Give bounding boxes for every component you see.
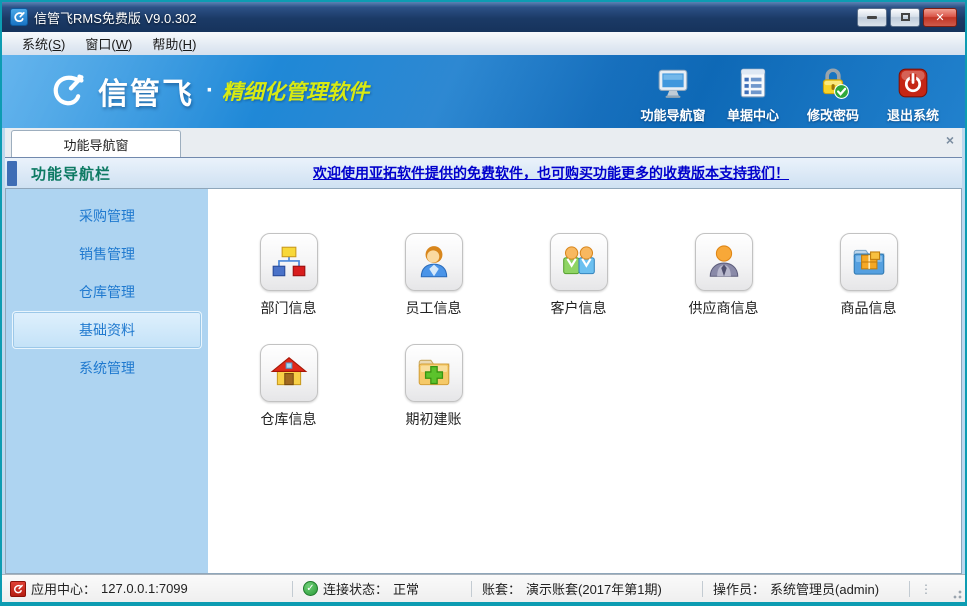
menu-window[interactable]: 窗口(W)	[75, 32, 142, 55]
new-account-folder-icon	[405, 344, 463, 402]
minimize-icon	[867, 16, 877, 19]
shortcut-product-info[interactable]: 商品信息	[796, 233, 941, 318]
tab-close-icon[interactable]: ×	[946, 133, 954, 147]
status-bar: 应用中心： 127.0.0.1:7099 ✓ 连接状态： 正常 账套： 演示账套…	[2, 574, 965, 602]
employee-icon	[405, 233, 463, 291]
brand: 信管飞 · 精细化管理软件	[46, 69, 369, 113]
client-area: 采购管理 销售管理 仓库管理 基础资料 系统管理 部门信息	[5, 188, 962, 574]
header-toolbar: 功能导航窗 单据中心	[633, 61, 953, 124]
warehouse-house-icon	[260, 344, 318, 402]
connection-label: 连接状态：	[323, 579, 388, 598]
app-center-logo-icon	[10, 581, 26, 597]
tab-nav-window[interactable]: 功能导航窗	[11, 130, 181, 157]
sidebar-item-sales[interactable]: 销售管理	[12, 235, 202, 273]
password-lock-icon	[816, 65, 850, 101]
menu-help[interactable]: 帮助(H)	[142, 32, 206, 55]
maximize-button[interactable]	[890, 8, 920, 27]
toolbar-exit-system-button[interactable]: 退出系统	[873, 61, 953, 124]
products-folder-icon	[840, 233, 898, 291]
shortcut-supplier-info[interactable]: 供应商信息	[651, 233, 796, 318]
maximize-icon	[901, 13, 910, 21]
status-connection: ✓ 连接状态： 正常	[303, 579, 461, 598]
app-window: 信管飞RMS免费版 V9.0.302 ✕ 系统(S) 窗口(W) 帮助(H) 信…	[0, 0, 967, 606]
brand-logo-icon	[46, 70, 88, 112]
brand-header: 信管飞 · 精细化管理软件 功能导航窗	[2, 55, 965, 128]
brand-separator: ·	[206, 77, 214, 105]
status-separator	[292, 581, 293, 597]
menu-system[interactable]: 系统(S)	[12, 32, 75, 55]
minimize-button[interactable]	[857, 8, 887, 27]
customers-icon	[550, 233, 608, 291]
toolbar-document-center-button[interactable]: 单据中心	[713, 61, 793, 124]
nav-header-bar: 功能导航栏 欢迎使用亚拓软件提供的免费软件，也可购买功能更多的收费版本支持我们！	[5, 157, 962, 188]
nav-bar-title: 功能导航栏	[31, 163, 111, 184]
shortcut-customer-info[interactable]: 客户信息	[506, 233, 651, 318]
menu-bar: 系统(S) 窗口(W) 帮助(H)	[2, 32, 965, 55]
shortcut-initial-account[interactable]: 期初建账	[361, 344, 506, 429]
shortcut-employee-info[interactable]: 员工信息	[361, 233, 506, 318]
supplier-icon	[695, 233, 753, 291]
shortcut-warehouse-info[interactable]: 仓库信息	[216, 344, 361, 429]
status-separator	[471, 581, 472, 597]
shortcut-grid: 部门信息 员工信息	[208, 189, 961, 429]
app-center-label: 应用中心：	[31, 579, 96, 598]
status-separator	[702, 581, 703, 597]
sidebar-item-system[interactable]: 系统管理	[12, 349, 202, 387]
main-panel: 部门信息 员工信息	[208, 189, 961, 573]
brand-tagline: 精细化管理软件	[222, 76, 369, 106]
resize-grip[interactable]	[950, 587, 962, 599]
connection-ok-icon: ✓	[303, 581, 318, 596]
account-label: 账套：	[482, 579, 521, 598]
sidebar-item-purchase[interactable]: 采购管理	[12, 197, 202, 235]
org-chart-icon	[260, 233, 318, 291]
status-separator	[909, 581, 910, 597]
nav-accent-block	[7, 161, 17, 186]
sidebar: 采购管理 销售管理 仓库管理 基础资料 系统管理	[6, 189, 208, 573]
app-center-value: 127.0.0.1:7099	[101, 581, 188, 596]
status-account-set: 账套： 演示账套(2017年第1期)	[482, 579, 692, 598]
sidebar-item-warehouse[interactable]: 仓库管理	[12, 273, 202, 311]
power-exit-icon	[896, 65, 930, 101]
monitor-icon	[656, 65, 690, 101]
toolbar-nav-window-button[interactable]: 功能导航窗	[633, 61, 713, 124]
tab-bar: 功能导航窗 ×	[5, 128, 962, 157]
app-logo-icon	[10, 8, 28, 26]
welcome-upgrade-link[interactable]: 欢迎使用亚拓软件提供的免费软件，也可购买功能更多的收费版本支持我们！	[313, 163, 789, 183]
account-value: 演示账套(2017年第1期)	[526, 579, 662, 598]
operator-value: 系统管理员(admin)	[770, 579, 879, 598]
brand-name: 信管飞	[98, 69, 194, 113]
title-bar: 信管飞RMS免费版 V9.0.302 ✕	[2, 2, 965, 32]
window-title: 信管飞RMS免费版 V9.0.302	[34, 8, 197, 27]
document-center-icon	[736, 65, 770, 101]
status-drag-handle[interactable]: ⋮	[920, 582, 933, 596]
close-button[interactable]: ✕	[923, 8, 957, 27]
sidebar-item-basic-data[interactable]: 基础资料	[12, 311, 202, 349]
status-app-center: 应用中心： 127.0.0.1:7099	[10, 579, 282, 598]
operator-label: 操作员：	[713, 579, 765, 598]
close-icon: ✕	[935, 11, 944, 24]
shortcut-department-info[interactable]: 部门信息	[216, 233, 361, 318]
toolbar-change-password-button[interactable]: 修改密码	[793, 61, 873, 124]
status-operator: 操作员： 系统管理员(admin)	[713, 579, 899, 598]
connection-value: 正常	[393, 579, 419, 598]
